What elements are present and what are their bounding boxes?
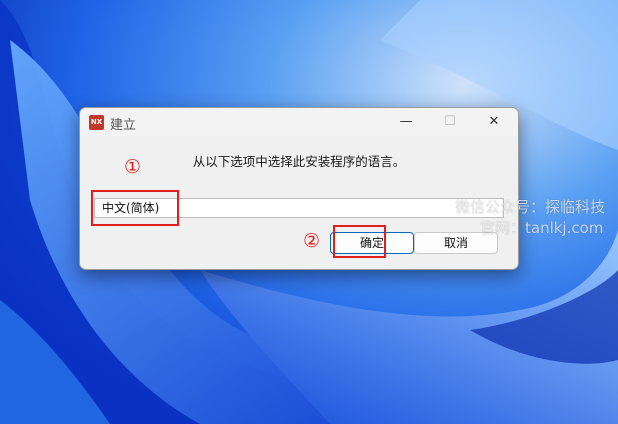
- step-1-marker: ①: [124, 156, 142, 178]
- nx-app-icon: NX: [89, 115, 104, 130]
- watermark-line-2: 官网：tanlkj.com: [480, 219, 604, 237]
- minimize-button[interactable]: —: [386, 108, 426, 136]
- maximize-button[interactable]: ☐: [430, 108, 470, 136]
- language-dialog: NX 建立 — ☐ ✕ 从以下选项中选择此安装程序的语言。 中文(简体) 确定 …: [79, 107, 519, 270]
- highlight-language-select: [91, 190, 179, 226]
- title-bar[interactable]: NX 建立 — ☐ ✕: [80, 108, 518, 136]
- step-2-marker: ②: [303, 230, 321, 252]
- close-button[interactable]: ✕: [474, 108, 514, 136]
- highlight-ok-button: [333, 225, 386, 258]
- language-prompt: 从以下选项中选择此安装程序的语言。: [192, 154, 406, 169]
- window-title: 建立: [110, 118, 137, 133]
- watermark-line-1: 微信公众号：探临科技: [455, 198, 606, 216]
